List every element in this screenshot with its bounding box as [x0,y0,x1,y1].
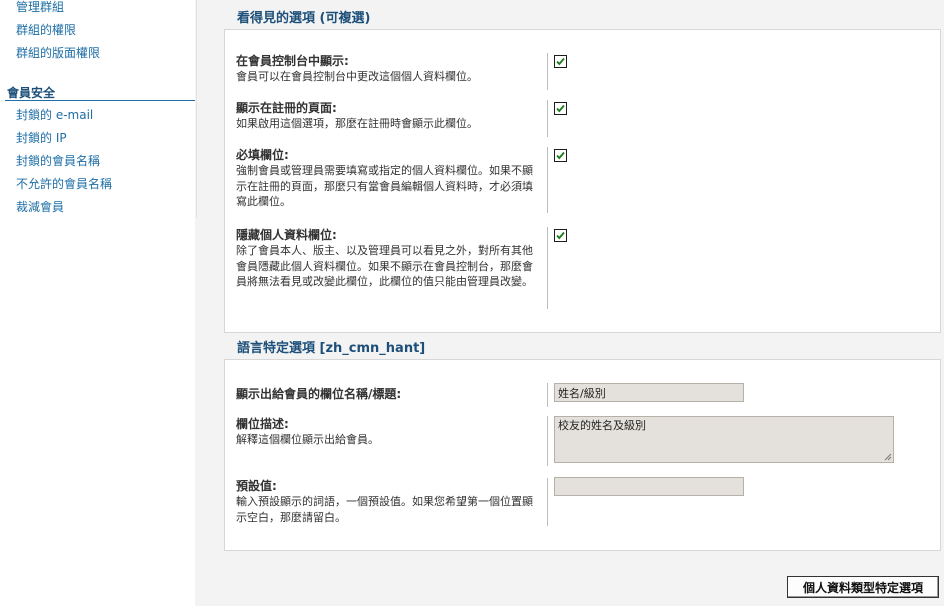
column-divider [547,53,548,90]
column-divider [547,416,548,466]
sidebar-item-group-forum-permissions[interactable]: 群組的版面權限 [16,44,100,61]
visibility-section-title: 看得見的選項 (可複選) [237,11,371,26]
column-divider [547,478,548,526]
default-value-help: 輸入預設顯示的詞語，一個預設值。如果您希望第一個位置顯示空白，那麼請留白。 [236,495,533,524]
option-title: 隱藏個人資料欄位: [236,228,337,242]
field-name-title: 顯示出給會員的欄位名稱/標題: [236,387,402,401]
column-divider [547,100,548,137]
option-title: 顯示在註冊的頁面: [236,101,337,115]
sidebar-item-group-permissions[interactable]: 群組的權限 [16,21,76,38]
checkmark-icon [556,231,565,240]
sidebar-item-banned-emails[interactable]: 封鎖的 e-mail [16,106,93,123]
hide-profile-field-checkbox[interactable] [554,229,567,242]
option-row-required-field: 必填欄位: 強制會員或管理員需要填寫或指定的個人資料欄位。如果不顯示在註冊的頁面… [236,147,936,215]
field-description-value: 校友的姓名及級別 [558,419,646,432]
column-divider [547,383,548,407]
sidebar-item-disallowed-usernames[interactable]: 不允許的會員名稱 [16,175,112,192]
checkmark-icon [556,57,565,66]
sidebar-item-prune-users[interactable]: 裁減會員 [16,198,64,215]
option-title: 必填欄位: [236,148,289,162]
sidebar-item-manage-groups[interactable]: 管理群組 [16,0,64,15]
sidebar: 管理群組 群組的權限 群組的版面權限 會員安全 封鎖的 e-mail 封鎖的 I… [0,0,195,606]
option-description: 如果啟用這個選項，那麼在註冊時會顯示此欄位。 [236,117,478,130]
sidebar-item-banned-ips[interactable]: 封鎖的 IP [16,129,67,146]
option-description: 除了會員本人、版主、以及管理員可以看見之外，對所有其他會員隱藏此個人資料欄位。如… [236,244,533,288]
show-on-register-checkbox[interactable] [554,102,567,115]
field-description-row: 欄位描述: 解釋這個欄位顯示出給會員。 校友的姓名及級別 [236,416,936,466]
default-value-input[interactable] [554,477,744,496]
sidebar-heading-divider [5,100,195,101]
field-description-textarea[interactable]: 校友的姓名及級別 [554,416,894,463]
required-field-checkbox[interactable] [554,149,567,162]
sidebar-divider [196,0,197,218]
profile-type-options-button[interactable]: 個人資料類型特定選項 [787,576,939,598]
show-in-ucp-checkbox[interactable] [554,55,567,68]
column-divider [547,147,548,213]
main-content: 看得見的選項 (可複選) 在會員控制台中顯示: 會員可以在會員控制台中更改這個個… [224,0,941,606]
option-row-hide-profile-field: 隱藏個人資料欄位: 除了會員本人、版主、以及管理員可以看見之外，對所有其他會員隱… [236,227,936,311]
option-description: 會員可以在會員控制台中更改這個個人資料欄位。 [236,70,478,83]
language-panel: 顯示出給會員的欄位名稱/標題: 姓名/級別 欄位描述: 解釋這個欄位顯示出給會員… [224,359,941,551]
field-description-title: 欄位描述: [236,417,289,431]
field-name-input[interactable]: 姓名/級別 [554,383,744,402]
sidebar-heading-member-security: 會員安全 [7,86,56,100]
default-value-title: 預設值: [236,479,277,493]
column-divider [547,227,548,309]
field-description-help: 解釋這個欄位顯示出給會員。 [236,433,379,446]
resize-handle-icon[interactable] [883,452,892,461]
option-description: 強制會員或管理員需要填寫或指定的個人資料欄位。如果不顯示在註冊的頁面，那麼只有當… [236,164,533,208]
default-value-row: 預設值: 輸入預設顯示的詞語，一個預設值。如果您希望第一個位置顯示空白，那麼請留… [236,477,936,526]
checkmark-icon [556,151,565,160]
checkmark-icon [556,104,565,113]
language-section-title: 語言特定選項 [zh_cmn_hant] [237,341,426,356]
sidebar-item-banned-usernames[interactable]: 封鎖的會員名稱 [16,152,100,169]
visibility-panel: 在會員控制台中顯示: 會員可以在會員控制台中更改這個個人資料欄位。 顯示在註冊的… [224,29,941,333]
option-row-show-on-register: 顯示在註冊的頁面: 如果啟用這個選項，那麼在註冊時會顯示此欄位。 [236,100,936,137]
field-name-row: 顯示出給會員的欄位名稱/標題: 姓名/級別 [236,383,936,407]
option-row-show-in-ucp: 在會員控制台中顯示: 會員可以在會員控制台中更改這個個人資料欄位。 [236,53,936,90]
option-title: 在會員控制台中顯示: [236,54,349,68]
